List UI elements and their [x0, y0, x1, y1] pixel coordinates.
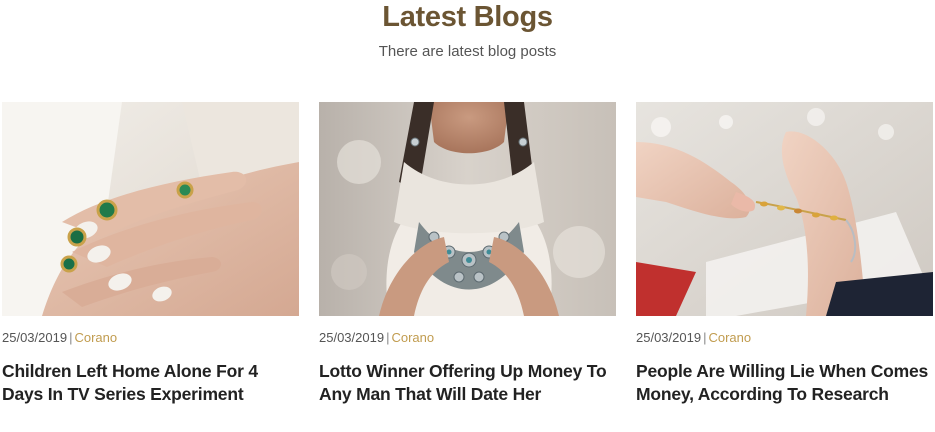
post-date: 25/03/2019	[636, 330, 702, 345]
blog-meta: 25/03/2019 | Corano	[2, 330, 117, 346]
post-date: 25/03/2019	[319, 330, 385, 345]
blog-card: 25/03/2019 | Corano Lotto Winner Offering …	[319, 102, 616, 432]
blog-card: 25/03/2019 | Corano Children Left Home Alo…	[2, 102, 299, 432]
blog-thumbnail-rings[interactable]	[2, 102, 299, 316]
hand-with-rings-image	[2, 102, 299, 316]
blog-meta: 25/03/2019 | Corano	[636, 330, 751, 346]
blog-card: 25/03/2019 | Corano People Are Willing Lie…	[636, 102, 933, 432]
blog-thumbnail-bracelet[interactable]	[636, 102, 933, 316]
author-link[interactable]: Corano	[74, 330, 117, 345]
author-link[interactable]: Corano	[708, 330, 751, 345]
post-title-link[interactable]: People Are Willing Lie When Comes Money,…	[636, 361, 928, 404]
author-link[interactable]: Corano	[391, 330, 434, 345]
post-title: People Are Willing Lie When Comes Money,…	[636, 360, 933, 406]
woman-with-necklace-image	[319, 102, 616, 316]
hands-with-bracelet-image	[636, 102, 933, 316]
section-title: Latest Blogs	[382, 1, 553, 33]
post-title-link[interactable]: Children Left Home Alone For 4 Days In T…	[2, 361, 258, 404]
blog-meta: 25/03/2019 | Corano	[319, 330, 434, 346]
post-title: Children Left Home Alone For 4 Days In T…	[2, 360, 299, 406]
blog-thumbnail-necklace[interactable]	[319, 102, 616, 316]
post-date: 25/03/2019	[2, 330, 68, 345]
post-title-link[interactable]: Lotto Winner Offering Up Money To Any Ma…	[319, 361, 607, 404]
section-subtitle: There are latest blog posts	[378, 43, 557, 60]
post-title: Lotto Winner Offering Up Money To Any Ma…	[319, 360, 616, 406]
blog-grid: 25/03/2019 | Corano Children Left Home Alo…	[2, 102, 933, 432]
